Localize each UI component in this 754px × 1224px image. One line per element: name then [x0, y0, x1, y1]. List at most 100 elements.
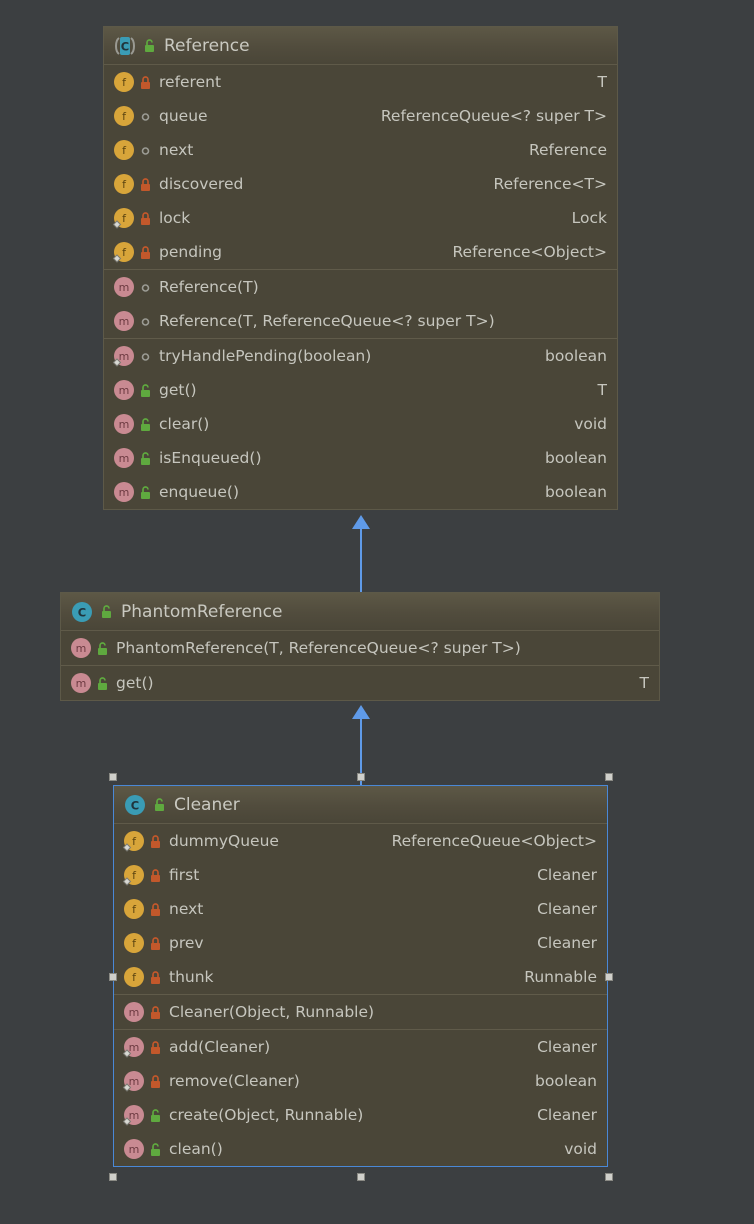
- member-row[interactable]: f queue ReferenceQueue<? super T>: [104, 99, 617, 133]
- connector-phantomreference-to-reference[interactable]: [360, 528, 362, 592]
- member-type: T: [597, 73, 607, 91]
- diagram-canvas[interactable]: C Reference f referent Tf queue ReferenceQueue…: [0, 0, 754, 1224]
- selection-handle[interactable]: [109, 773, 117, 781]
- class-section-constructors: m PhantomReference(T, ReferenceQueue<? su…: [61, 631, 659, 666]
- private-icon: [149, 1074, 162, 1089]
- uml-class-phantomreference[interactable]: C PhantomReference m PhantomReference(T, Re…: [60, 592, 660, 701]
- member-name: add(Cleaner): [169, 1038, 271, 1056]
- member-row[interactable]: m create(Object, Runnable) Cleaner: [114, 1098, 607, 1132]
- member-type: boolean: [535, 1072, 597, 1090]
- package-private-icon: [139, 143, 152, 158]
- member-row[interactable]: f next Reference: [104, 133, 617, 167]
- selection-handle[interactable]: [605, 973, 613, 981]
- private-icon: [139, 75, 152, 90]
- member-row[interactable]: m PhantomReference(T, ReferenceQueue<? su…: [61, 631, 659, 665]
- member-name: clear(): [159, 415, 210, 433]
- method-icon: m: [112, 379, 134, 401]
- method-icon: m: [69, 637, 91, 659]
- member-row[interactable]: m tryHandlePending(boolean) boolean: [104, 339, 617, 373]
- member-name: discovered: [159, 175, 244, 193]
- svg-text:C: C: [121, 39, 129, 53]
- svg-text:m: m: [129, 1006, 140, 1019]
- member-row[interactable]: f first Cleaner: [114, 858, 607, 892]
- member-name: get(): [159, 381, 197, 399]
- svg-text:C: C: [78, 605, 86, 619]
- private-icon: [149, 868, 162, 883]
- class-header-phantomreference[interactable]: C PhantomReference: [61, 593, 659, 631]
- svg-text:m: m: [119, 486, 130, 499]
- method-icon static-marker: m: [122, 1104, 144, 1126]
- method-icon: m: [112, 447, 134, 469]
- abstract-class-icon: C: [112, 35, 138, 57]
- member-row[interactable]: f prev Cleaner: [114, 926, 607, 960]
- field-icon static-marker: f: [112, 207, 134, 229]
- member-name: PhantomReference(T, ReferenceQueue<? sup…: [116, 639, 521, 657]
- svg-text:m: m: [76, 677, 87, 690]
- member-row[interactable]: f pending Reference<Object>: [104, 235, 617, 269]
- svg-text:m: m: [119, 418, 130, 431]
- member-type: T: [597, 381, 607, 399]
- public-icon: [143, 38, 156, 53]
- uml-class-cleaner[interactable]: C Cleaner f dummyQueue ReferenceQueue<Object…: [113, 785, 608, 1167]
- selection-handle[interactable]: [605, 1173, 613, 1181]
- svg-text:m: m: [119, 384, 130, 397]
- selection-handle[interactable]: [109, 1173, 117, 1181]
- member-name: queue: [159, 107, 208, 125]
- selection-handle[interactable]: [357, 1173, 365, 1181]
- svg-text:m: m: [119, 315, 130, 328]
- member-row[interactable]: f dummyQueue ReferenceQueue<Object>: [114, 824, 607, 858]
- package-private-icon: [139, 314, 152, 329]
- member-row[interactable]: m get() T: [61, 666, 659, 700]
- field-icon: f: [112, 71, 134, 93]
- member-name: enqueue(): [159, 483, 240, 501]
- class-section-methods: m tryHandlePending(boolean) boolean m get() T…: [104, 339, 617, 509]
- member-name: first: [169, 866, 200, 884]
- selection-handle[interactable]: [357, 773, 365, 781]
- member-row[interactable]: m remove(Cleaner) boolean: [114, 1064, 607, 1098]
- member-name: Cleaner(Object, Runnable): [169, 1003, 375, 1021]
- class-icon: C: [69, 601, 95, 623]
- method-icon: m: [69, 672, 91, 694]
- member-type: Cleaner: [537, 1038, 597, 1056]
- member-row[interactable]: m enqueue() boolean: [104, 475, 617, 509]
- selection-handle[interactable]: [605, 773, 613, 781]
- svg-text:C: C: [131, 798, 139, 812]
- member-row[interactable]: m isEnqueued() boolean: [104, 441, 617, 475]
- private-icon: [149, 1040, 162, 1055]
- member-name: create(Object, Runnable): [169, 1106, 364, 1124]
- public-icon: [153, 797, 166, 812]
- selection-handle[interactable]: [109, 973, 117, 981]
- class-section-methods: m get() T: [61, 666, 659, 700]
- member-row[interactable]: m get() T: [104, 373, 617, 407]
- member-row[interactable]: m Reference(T, ReferenceQueue<? super T>): [104, 304, 617, 338]
- arrowhead-cleaner-to-phantomreference: [352, 705, 370, 719]
- member-type: Reference<Object>: [452, 243, 607, 261]
- member-type: Reference: [528, 141, 607, 159]
- member-type: boolean: [545, 483, 607, 501]
- uml-class-reference[interactable]: C Reference f referent Tf queue ReferenceQueue…: [103, 26, 618, 510]
- member-type: Cleaner: [537, 900, 597, 918]
- member-row[interactable]: f lock Lock: [104, 201, 617, 235]
- member-row[interactable]: m Cleaner(Object, Runnable): [114, 995, 607, 1029]
- public-icon: [96, 676, 109, 691]
- member-type: Cleaner: [537, 866, 597, 884]
- private-icon: [149, 1005, 162, 1020]
- field-icon: f: [122, 966, 144, 988]
- member-name: get(): [116, 674, 154, 692]
- member-row[interactable]: f discovered Reference<T>: [104, 167, 617, 201]
- member-type: Reference<T>: [493, 175, 608, 193]
- member-name: referent: [159, 73, 222, 91]
- class-header-reference[interactable]: C Reference: [104, 27, 617, 65]
- member-row[interactable]: m Reference(T): [104, 270, 617, 304]
- class-name: PhantomReference: [121, 601, 283, 622]
- member-row[interactable]: m clean() void: [114, 1132, 607, 1166]
- member-row[interactable]: f next Cleaner: [114, 892, 607, 926]
- class-header-cleaner[interactable]: C Cleaner: [114, 786, 607, 824]
- member-name: Reference(T, ReferenceQueue<? super T>): [159, 312, 495, 330]
- member-row[interactable]: m add(Cleaner) Cleaner: [114, 1030, 607, 1064]
- arrowhead-phantomreference-to-reference: [352, 515, 370, 529]
- member-row[interactable]: f thunk Runnable: [114, 960, 607, 994]
- member-row[interactable]: f referent T: [104, 65, 617, 99]
- member-row[interactable]: m clear() void: [104, 407, 617, 441]
- private-icon: [149, 970, 162, 985]
